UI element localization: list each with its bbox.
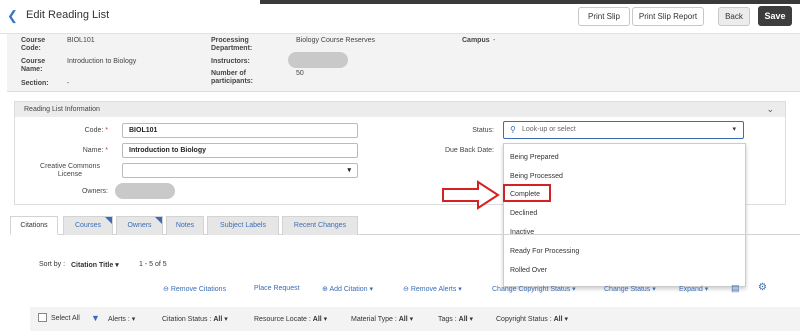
expand-button[interactable]: Expand ▾ [679,285,708,293]
status-option[interactable]: Being Prepared [510,154,559,161]
reading-list-header: Reading List Information [15,102,785,117]
section-value: - [67,80,70,87]
caret-down-icon: ▾ [732,126,736,133]
code-input[interactable]: BIOL101 [122,123,358,138]
due-back-date-label: Due Back Date: [444,147,494,154]
status-label: Status: [472,127,494,134]
complete-highlight-box [503,184,551,202]
sort-by-label: Sort by : [39,261,66,268]
tags-filter[interactable]: Tags : All ▾ [438,315,473,323]
tab-subject-labels[interactable]: Subject Labels [207,216,279,235]
course-code-label: Course Code: [21,37,46,52]
status-option[interactable]: Ready For Processing [510,248,579,255]
copyright-status-filter[interactable]: Copyright Status : All ▾ [496,315,568,323]
owners-label: Owners: [81,188,108,195]
select-all-label: Select All [51,315,80,322]
arrow-right-icon [442,180,500,210]
campus-label: Campus [462,37,490,44]
material-type-filter[interactable]: Material Type : All ▾ [351,315,413,323]
course-name-label: Course Name: [21,58,46,73]
course-code-value: BIOL101 [67,37,95,44]
participants-label: Number of participants: [211,70,254,85]
tabs-bar: Citations Courses Owners Notes Subject L… [10,216,800,235]
add-citation-button[interactable]: ⊕ Add Citation ▾ [322,285,373,293]
participants-value: 50 [296,70,304,77]
tab-recent-changes[interactable]: Recent Changes [282,216,358,235]
corner-indicator [155,217,162,224]
sort-field-select[interactable]: Citation Title ▾ [71,261,119,269]
tab-courses[interactable]: Courses [63,216,113,235]
instructor-avatar-redacted [288,52,348,68]
citation-status-filter[interactable]: Citation Status : All ▾ [162,315,228,323]
processing-dept-value: Biology Course Reserves [296,37,375,44]
back-button[interactable]: Back [718,7,750,26]
minus-circle-icon: ⊖ [403,286,409,293]
change-status-button[interactable]: Change Status ▾ [604,285,656,293]
resource-locate-filter[interactable]: Resource Locate : All ▾ [254,315,327,323]
chevron-down-icon[interactable]: ⌄ [766,104,774,115]
export-icon[interactable]: ▤ [731,283,740,294]
section-label: Section: [21,80,49,87]
tab-notes[interactable]: Notes [166,216,204,235]
processing-dept-label: Processing Department: [211,37,253,52]
name-input[interactable]: Introduction to Biology [122,143,358,158]
campus-value: - [493,37,496,44]
alerts-filter[interactable]: Alerts : ▾ [108,315,135,323]
caret-down-icon: ▾ [347,167,351,174]
plus-circle-icon: ⊕ [322,286,328,293]
status-placeholder: Look-up or select [522,126,576,133]
tab-citations[interactable]: Citations [10,216,58,235]
status-select[interactable]: ⚲ Look-up or select ▾ [503,121,744,139]
status-dropdown: Being Prepared Being Processed Complete … [503,143,746,287]
owner-avatar-redacted [115,183,175,199]
print-slip-button[interactable]: Print Slip [578,7,630,26]
change-copyright-button[interactable]: Change Copyright Status ▾ [492,285,576,293]
place-request-button[interactable]: Place Request [254,285,300,292]
license-label: Creative Commons License [40,163,100,178]
license-select[interactable]: ▾ [122,163,358,178]
back-arrow-icon[interactable]: ❮ [7,9,21,23]
top-bar: ❮ Edit Reading List Print Slip Print Sli… [0,0,800,34]
page-title: Edit Reading List [26,9,110,21]
filter-icon[interactable]: ▼ [91,313,100,323]
filter-bar [30,307,800,331]
search-icon: ⚲ [510,125,516,134]
remove-citations-button[interactable]: ⊖ Remove Citations [163,285,226,293]
select-all-checkbox[interactable] [38,313,47,322]
name-label: Name: * [82,147,108,154]
remove-alerts-button[interactable]: ⊖ Remove Alerts ▾ [403,285,462,293]
gear-icon[interactable]: ⚙ [758,282,767,293]
code-label: Code: * [84,127,108,134]
top-strip [260,0,800,4]
save-button[interactable]: Save [758,6,792,26]
status-option[interactable]: Being Processed [510,173,563,180]
instructors-label: Instructors: [211,58,250,65]
minus-circle-icon: ⊖ [163,286,169,293]
corner-indicator [105,217,112,224]
status-option[interactable]: Rolled Over [510,267,547,274]
result-range: 1 - 5 of 5 [139,261,167,268]
tab-owners[interactable]: Owners [116,216,163,235]
course-name-value: Introduction to Biology [67,58,137,65]
print-slip-report-button[interactable]: Print Slip Report [632,7,704,26]
